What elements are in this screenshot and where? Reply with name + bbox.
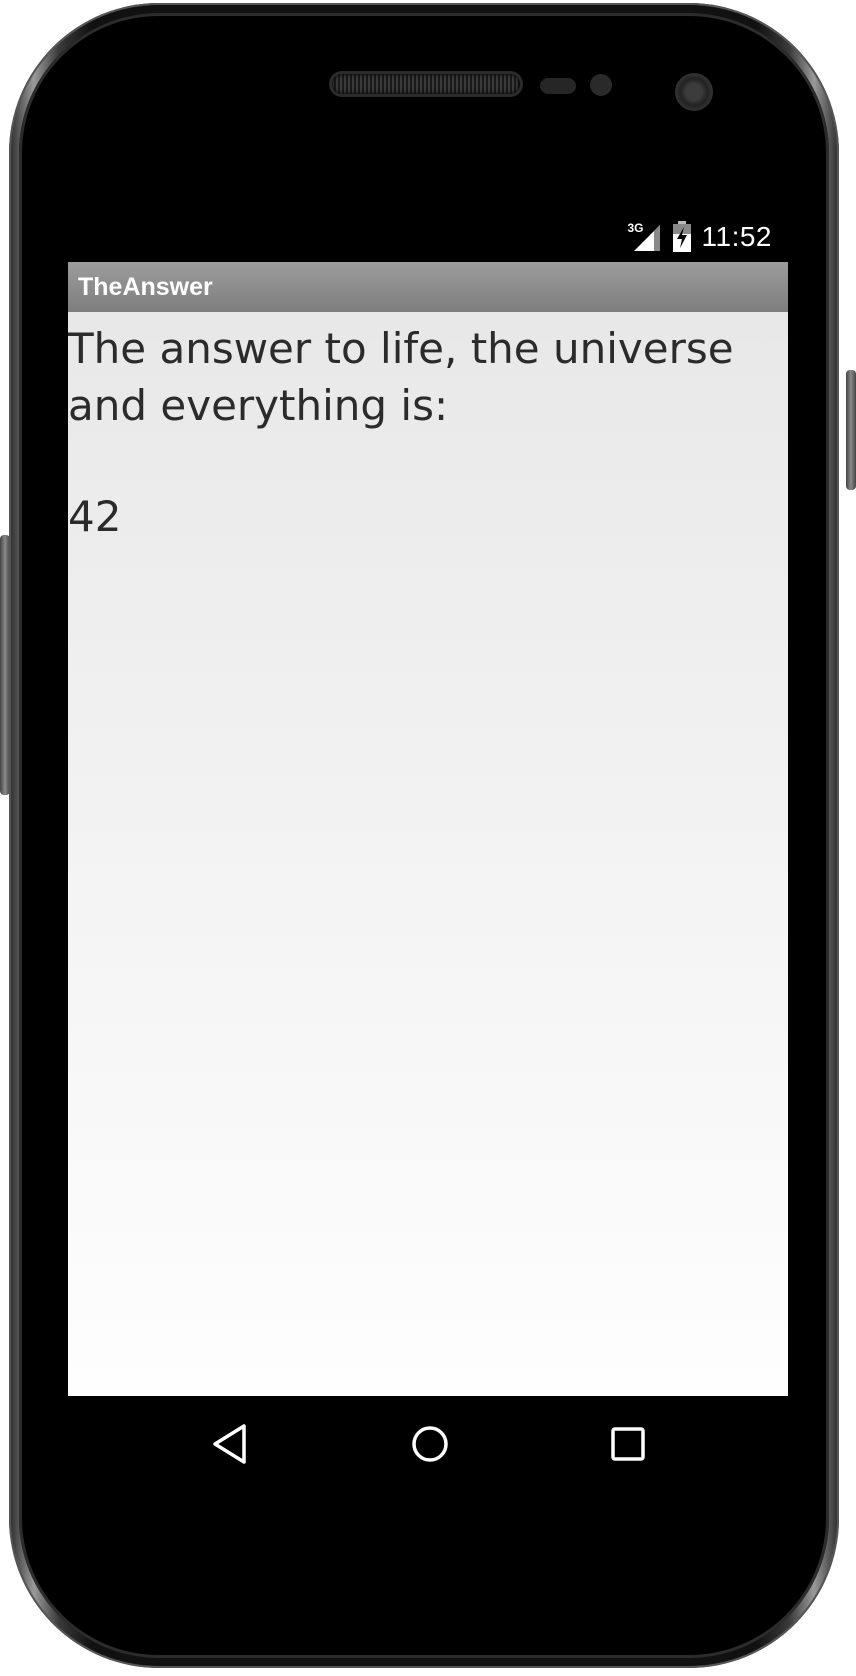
navigation-bar: [68, 1396, 788, 1492]
status-clock: 11:52: [701, 221, 772, 252]
action-bar: TheAnswer: [68, 262, 788, 312]
answer-value: 42: [68, 492, 122, 541]
device-frame: 3G 11:52 TheAnswer The answer to life, t…: [0, 0, 856, 1676]
light-sensor: [590, 74, 612, 96]
recents-button[interactable]: [602, 1418, 654, 1470]
question-text: The answer to life, the universe and eve…: [68, 324, 747, 430]
proximity-sensor: [540, 78, 576, 94]
status-bar: 3G 11:52: [68, 212, 788, 262]
cell-signal-icon: 3G: [626, 221, 662, 253]
back-icon: [213, 1424, 246, 1464]
power-button[interactable]: [846, 370, 856, 490]
home-icon: [412, 1426, 448, 1462]
screen: 3G 11:52 TheAnswer The answer to life, t…: [68, 212, 788, 1492]
recents-icon: [611, 1427, 645, 1461]
status-icons: 3G 11:52: [626, 221, 773, 253]
earpiece-speaker: [332, 74, 520, 94]
front-camera-icon: [675, 73, 713, 111]
back-button[interactable]: [204, 1418, 256, 1470]
home-button[interactable]: [404, 1418, 456, 1470]
app-title: TheAnswer: [78, 273, 213, 301]
battery-charging-icon: [672, 221, 692, 253]
main-content: The answer to life, the universe and eve…: [68, 312, 788, 1396]
